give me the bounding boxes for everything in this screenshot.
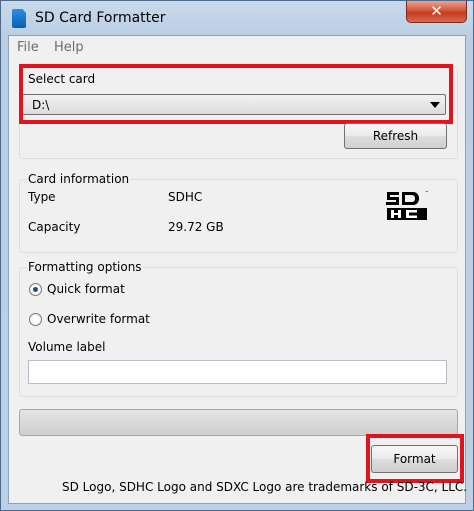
window-title: SD Card Formatter (35, 10, 166, 26)
overwrite-format-radio[interactable] (29, 313, 42, 326)
format-button-highlight (366, 434, 464, 483)
formatting-options-legend: Formatting options (27, 260, 143, 274)
type-label: Type (28, 190, 56, 204)
format-progress-bar (19, 409, 458, 436)
sd-card-app-icon (12, 9, 26, 28)
close-button[interactable]: ✕ (406, 1, 467, 23)
volume-label-label: Volume label (28, 340, 106, 354)
menu-help[interactable]: Help (54, 40, 84, 55)
volume-label-input[interactable] (28, 360, 447, 384)
capacity-label: Capacity (28, 220, 81, 234)
select-card-highlight (19, 64, 453, 124)
trademark-footer: SD Logo, SDHC Logo and SDXC Logo are tra… (62, 480, 468, 494)
quick-format-label[interactable]: Quick format (47, 282, 125, 296)
type-value: SDHC (168, 190, 203, 204)
overwrite-format-label[interactable]: Overwrite format (47, 312, 150, 326)
card-information-legend: Card information (27, 172, 131, 186)
capacity-value: 29.72 GB (168, 220, 224, 234)
quick-format-radio[interactable] (29, 283, 42, 296)
title-bar[interactable]: SD Card Formatter ✕ (1, 1, 473, 35)
menu-bar: File Help (9, 36, 465, 58)
refresh-button[interactable]: Refresh (344, 123, 447, 149)
svg-text:™: ™ (425, 190, 429, 195)
menu-file[interactable]: File (17, 40, 39, 55)
sdhc-logo-icon: ™ (386, 190, 429, 220)
